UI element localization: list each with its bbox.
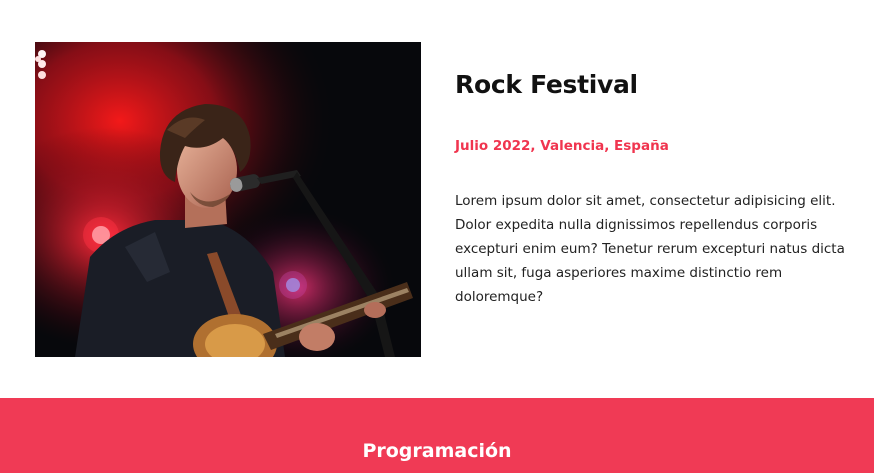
event-info: Rock Festival Julio 2022, Valencia, Espa… [455, 68, 855, 309]
event-date-location: Julio 2022, Valencia, España [455, 138, 669, 154]
event-photo [35, 42, 421, 357]
page: Rock Festival Julio 2022, Valencia, Espa… [0, 0, 874, 473]
event-section: Rock Festival Julio 2022, Valencia, Espa… [0, 0, 874, 398]
programacion-banner: Programación [0, 398, 874, 473]
event-description: Lorem ipsum dolor sit amet, consectetur … [455, 193, 845, 305]
event-title: Rock Festival [455, 70, 638, 99]
banner-title: Programación [362, 440, 512, 462]
rock-singer-image [35, 42, 421, 357]
